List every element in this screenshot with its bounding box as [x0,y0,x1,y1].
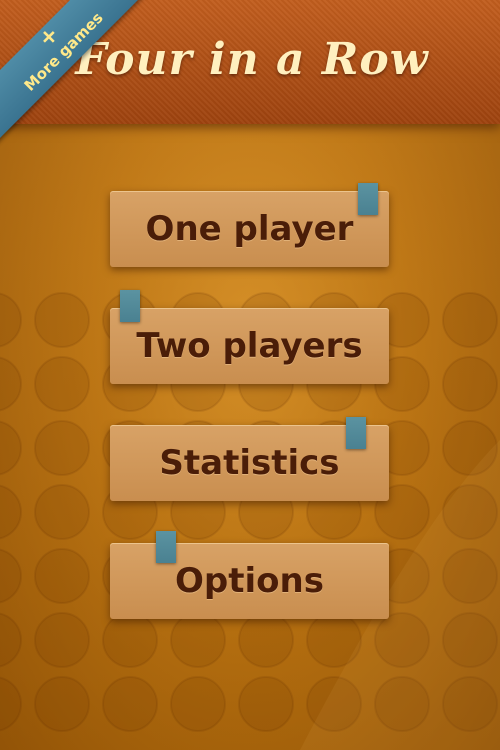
board-hole [34,676,90,732]
board-hole [34,612,90,668]
options-label: Options [175,561,324,601]
board-hole [170,612,226,668]
tag-icon [358,183,378,215]
board-hole [170,676,226,732]
board-hole [0,612,22,668]
board-hole [34,484,90,540]
board-hole [0,484,22,540]
more-games-button[interactable]: + More games [0,0,160,148]
board-hole [102,676,158,732]
board-hole [0,356,22,412]
board-hole [34,420,90,476]
statistics-button[interactable]: Statistics [110,417,389,501]
board-hole [34,292,90,348]
board-hole [442,292,498,348]
tag-icon [156,531,176,563]
two-players-button[interactable]: Two players [110,290,389,384]
more-games-ribbon: + More games [0,0,170,170]
tag-icon [120,290,140,322]
statistics-label: Statistics [159,443,340,483]
one-player-label: One player [145,209,354,249]
two-players-label: Two players [136,326,363,366]
board-hole [0,420,22,476]
one-player-button[interactable]: One player [110,183,389,267]
board-hole [102,612,158,668]
board-hole [442,356,498,412]
game-menu-screen: Four in a Row + More games One player Tw… [0,0,500,750]
board-hole [238,612,294,668]
board-hole [34,548,90,604]
tag-icon [346,417,366,449]
board-hole [238,676,294,732]
board-hole [0,548,22,604]
board-hole [0,292,22,348]
board-hole [34,356,90,412]
plus-icon: + [33,21,65,53]
options-button[interactable]: Options [110,531,389,619]
board-hole [0,676,22,732]
